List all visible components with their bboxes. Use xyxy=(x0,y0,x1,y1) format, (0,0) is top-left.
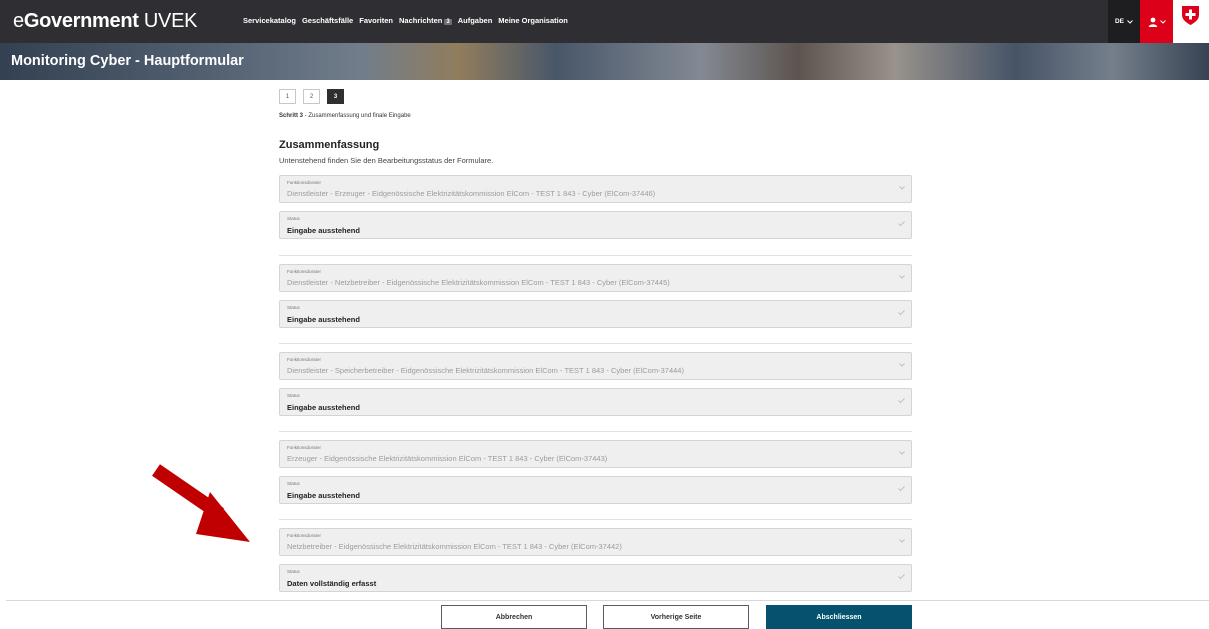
nav-meine-organisation[interactable]: Meine Organisation xyxy=(498,16,568,25)
nav-nachrichten-label: Nachrichten xyxy=(399,16,443,25)
entry-divider xyxy=(279,343,912,344)
status-field[interactable]: Status Eingabe ausstehend xyxy=(279,388,912,416)
status-label: Status xyxy=(287,393,300,398)
form-stepper: 1 2 3 xyxy=(279,89,344,104)
dossier-value: Dienstleister - Erzeuger - Eidgenössisch… xyxy=(287,189,656,198)
dossier-value: Erzeuger - Eidgenössische Elektrizitätsk… xyxy=(287,454,608,463)
dossier-label: Funktionsdossier xyxy=(287,357,322,362)
status-label: Status xyxy=(287,216,300,221)
user-menu-button[interactable] xyxy=(1140,0,1173,43)
nav-nachrichten[interactable]: Nachrichten 3 xyxy=(399,16,452,25)
dossier-label: Funktionsdossier xyxy=(287,445,322,450)
chevron-down-icon xyxy=(899,274,905,281)
status-field[interactable]: Status Daten vollständig erfasst xyxy=(279,564,912,592)
step-2[interactable]: 2 xyxy=(303,89,320,104)
dossier-label: Funktionsdossier xyxy=(287,180,322,185)
section-subtitle: Untenstehend finden Sie den Bearbeitungs… xyxy=(279,156,494,165)
checkmark-icon xyxy=(898,310,905,317)
main-nav: Servicekatalog Geschäftsfälle Favoriten … xyxy=(243,16,568,25)
status-field[interactable]: Status Eingabe ausstehend xyxy=(279,211,912,239)
dossier-select[interactable]: Funktionsdossier Dienstleister - Erzeuge… xyxy=(279,175,912,203)
dossier-value: Dienstleister - Speicherbetreiber - Eidg… xyxy=(287,366,684,375)
dossier-label: Funktionsdossier xyxy=(287,533,322,538)
entry-divider xyxy=(279,255,912,256)
status-value: Eingabe ausstehend xyxy=(287,226,360,235)
entry-divider xyxy=(279,431,912,432)
nav-servicekatalog[interactable]: Servicekatalog xyxy=(243,16,296,25)
dossier-value: Dienstleister - Netzbetreiber - Eidgenös… xyxy=(287,278,670,287)
finish-button[interactable]: Abschliessen xyxy=(766,605,912,629)
dossier-select[interactable]: Funktionsdossier Dienstleister - Netzbet… xyxy=(279,264,912,292)
dossier-label: Funktionsdossier xyxy=(287,269,322,274)
top-navigation-bar: eGovernment UVEK Servicekatalog Geschäft… xyxy=(0,0,1209,43)
brand-logo[interactable]: eGovernment UVEK xyxy=(13,10,197,33)
checkmark-icon xyxy=(898,574,905,581)
status-label: Status xyxy=(287,569,300,574)
previous-page-button[interactable]: Vorherige Seite xyxy=(603,605,749,629)
page-title: Monitoring Cyber - Hauptformular xyxy=(11,53,244,69)
status-field[interactable]: Status Eingabe ausstehend xyxy=(279,300,912,328)
page-banner: Monitoring Cyber - Hauptformular xyxy=(0,43,1209,80)
nav-favoriten[interactable]: Favoriten xyxy=(359,16,393,25)
chevron-down-icon xyxy=(899,185,905,192)
checkmark-icon xyxy=(898,398,905,405)
cancel-button[interactable]: Abbrechen xyxy=(441,605,587,629)
step-1[interactable]: 1 xyxy=(279,89,296,104)
checkmark-icon xyxy=(898,486,905,493)
checkmark-icon xyxy=(898,221,905,228)
step-3[interactable]: 3 xyxy=(327,89,344,104)
dossier-value: Netzbetreiber - Eidgenössische Elektrizi… xyxy=(287,542,622,551)
chevron-down-icon xyxy=(1127,19,1133,24)
red-arrow-icon xyxy=(152,464,250,542)
chevron-down-icon xyxy=(899,538,905,545)
dossier-select[interactable]: Funktionsdossier Erzeuger - Eidgenössisc… xyxy=(279,440,912,468)
nav-aufgaben[interactable]: Aufgaben xyxy=(458,16,493,25)
dossier-select[interactable]: Funktionsdossier Dienstleister - Speiche… xyxy=(279,352,912,380)
status-value: Eingabe ausstehend xyxy=(287,315,360,324)
status-label: Status xyxy=(287,305,300,310)
dossier-select[interactable]: Funktionsdossier Netzbetreiber - Eidgenö… xyxy=(279,528,912,556)
step-caption: Schritt 3 - Zusammenfassung und finale E… xyxy=(279,113,411,119)
footer-divider xyxy=(6,600,1209,601)
chevron-down-icon xyxy=(899,362,905,369)
status-label: Status xyxy=(287,481,300,486)
user-icon xyxy=(1148,17,1157,27)
nav-geschaeftsfaelle[interactable]: Geschäftsfälle xyxy=(302,16,353,25)
chevron-down-icon xyxy=(1159,19,1166,24)
language-selector[interactable]: DE xyxy=(1108,0,1140,43)
section-title: Zusammenfassung xyxy=(279,139,380,151)
language-label: DE xyxy=(1114,18,1125,25)
status-value: Eingabe ausstehend xyxy=(287,491,360,500)
status-value: Eingabe ausstehend xyxy=(287,403,360,412)
chevron-down-icon xyxy=(899,450,905,457)
swiss-cross-icon xyxy=(1182,6,1199,25)
entry-divider xyxy=(279,519,912,520)
messages-count-badge: 3 xyxy=(444,19,452,25)
status-value: Daten vollständig erfasst xyxy=(287,579,377,588)
status-field[interactable]: Status Eingabe ausstehend xyxy=(279,476,912,504)
